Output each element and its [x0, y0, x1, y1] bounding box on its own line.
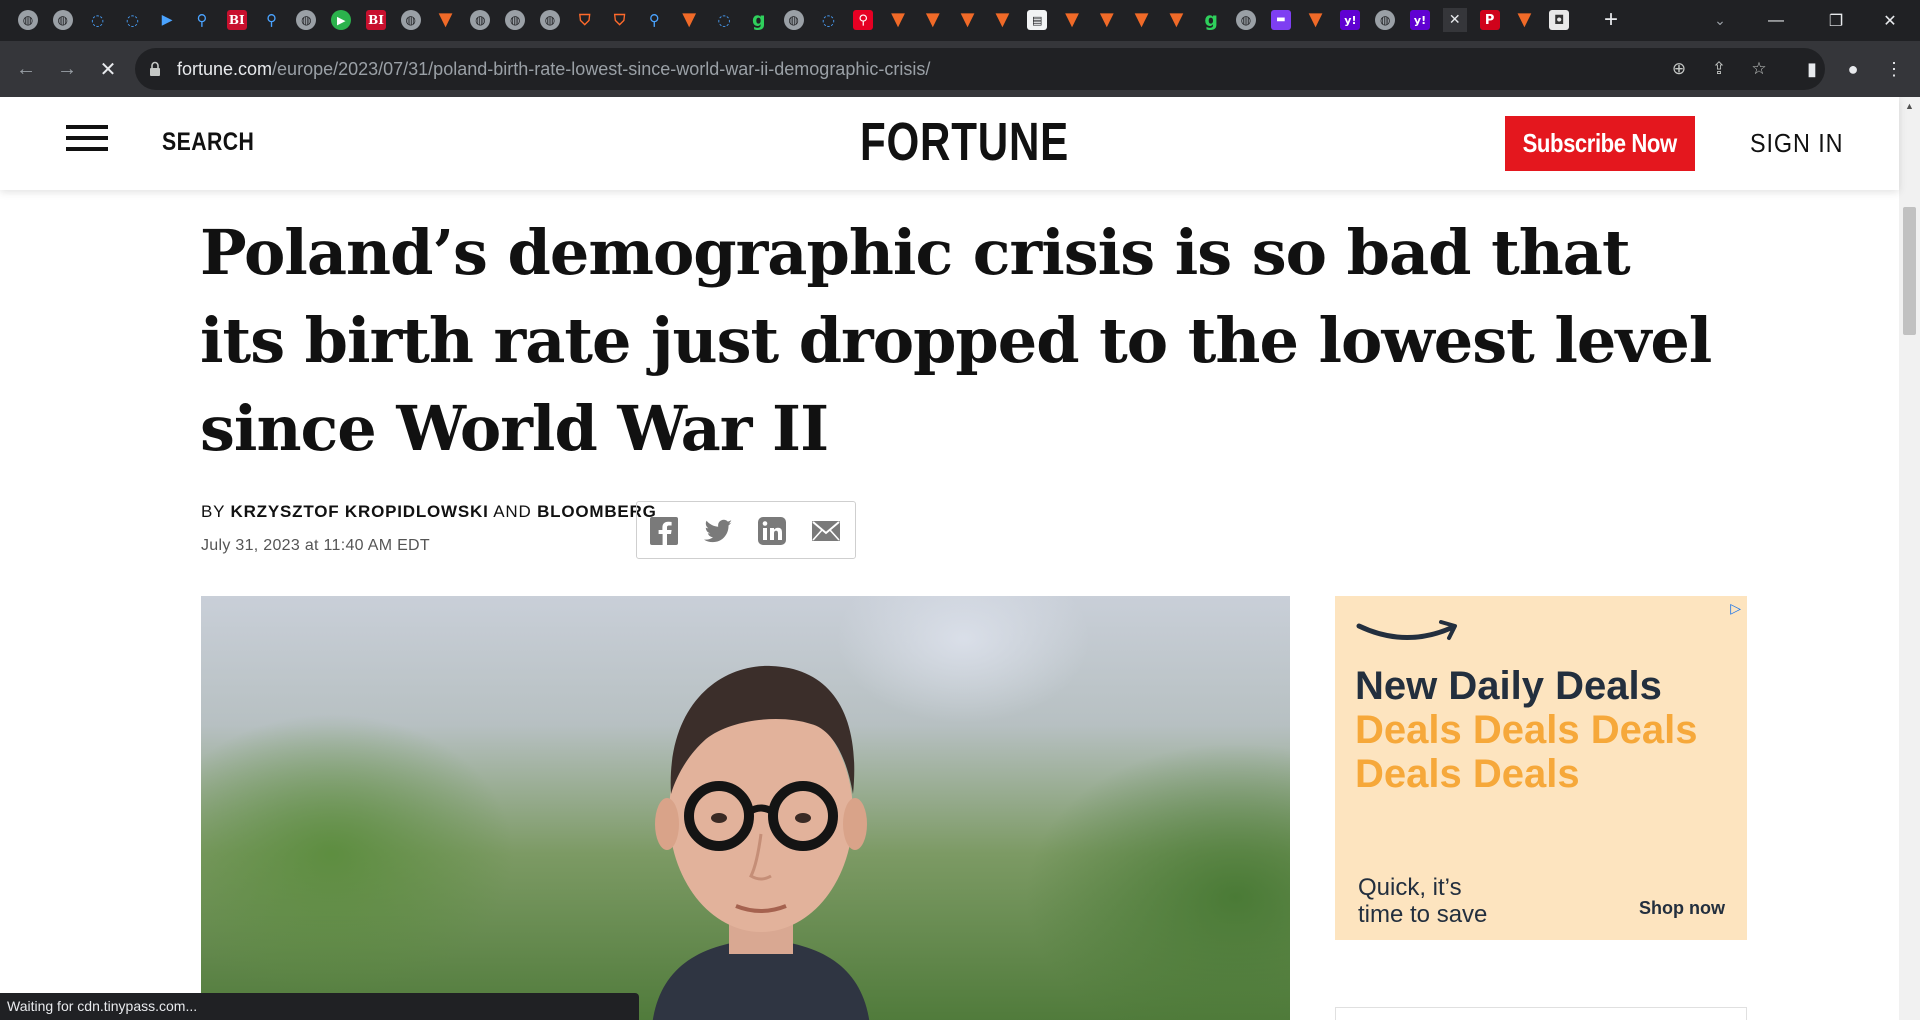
g-icon[interactable]: g [1199, 8, 1223, 32]
bookmark-icon[interactable]: ▼ [990, 8, 1014, 32]
globe-icon[interactable]: ◍ [399, 8, 423, 32]
shield-icon[interactable]: ◌ [120, 8, 144, 32]
ublock-icon[interactable]: ⛉ [573, 8, 597, 32]
back-arrow-icon[interactable]: ← [10, 53, 42, 85]
bookmark-icon[interactable]: ▼ [1060, 8, 1084, 32]
share-bar [636, 501, 856, 559]
mail-icon[interactable]: ▬ [1269, 8, 1293, 32]
bookmark-icon[interactable]: ▼ [434, 8, 458, 32]
subscribe-button[interactable]: Subscribe Now [1505, 116, 1695, 171]
share-icon[interactable]: ⇪ [1707, 57, 1731, 81]
pocket-icon[interactable]: ◘ [1547, 8, 1571, 32]
globe-icon[interactable]: ◍ [1373, 8, 1397, 32]
scrollbar-thumb[interactable] [1903, 207, 1916, 335]
bookmark-icon[interactable]: ▼ [1095, 8, 1119, 32]
email-icon[interactable] [809, 514, 843, 548]
restore-button[interactable]: ❐ [1806, 0, 1866, 41]
adchoices-icon[interactable]: ▷ [1730, 600, 1741, 617]
ad-tagline-line: time to save [1358, 901, 1488, 928]
fortune-logo[interactable]: FORTUNE [860, 115, 1069, 169]
ad-headline-accent: Deals Deals Deals Deals Deals [1355, 708, 1698, 796]
globe-icon[interactable]: ◍ [503, 8, 527, 32]
bookmark-icon[interactable]: ▼ [886, 8, 910, 32]
ad-tagline-line: Quick, it’s [1358, 874, 1462, 901]
g-icon[interactable]: g [747, 8, 771, 32]
portrait-photo [652, 665, 870, 1020]
bookmark-icon[interactable]: ▼ [956, 8, 980, 32]
hero-image [201, 596, 1290, 1020]
site-header: SEARCH FORTUNE Subscribe Now SIGN IN [0, 97, 1899, 190]
search-icon[interactable]: ⚲ [642, 8, 666, 32]
byline: BY KRZYSZTOF KROPIDLOWSKI AND BLOOMBERG [201, 502, 657, 522]
url-text[interactable]: fortune.com/europe/2023/07/31/poland-bir… [177, 59, 930, 80]
shield-icon[interactable]: ◌ [712, 8, 736, 32]
page-viewport: SEARCH FORTUNE Subscribe Now SIGN IN DEM… [0, 97, 1920, 1020]
minimize-button[interactable]: — [1746, 0, 1806, 41]
article-headline: Poland’s demographic crisis is so bad th… [200, 216, 1712, 465]
amazon-ad-banner[interactable]: ▷ New Daily Deals Deals Deals Deals Deal… [1335, 596, 1747, 940]
globe-icon[interactable]: ◍ [538, 8, 562, 32]
p-icon[interactable]: P [1478, 8, 1502, 32]
profile-icon[interactable]: ● [1837, 53, 1869, 85]
and-word: AND [493, 502, 532, 521]
bookmark-icon[interactable]: ▼ [1512, 8, 1536, 32]
search-icon[interactable]: ⚲ [260, 8, 284, 32]
bookmark-icon[interactable]: ▼ [1130, 8, 1154, 32]
browser-tab-strip: ◍ ◍ ◌ ◌ ▶ ⚲ BI ⚲ ◍ ▶ BI ◍ ▼ ◍ ◍ ◍ ⛉ ⛉ ⚲ ▼ ◌ g ◍ ◌ ⚲ ▼ ▼ ▼ ▼ ▤ ▼ ▼ ▼ ▼ g ◍ ▬ ▼… [0, 0, 1920, 41]
play-icon[interactable]: ▶ [329, 8, 353, 32]
globe-icon[interactable]: ◍ [294, 8, 318, 32]
twitter-icon[interactable] [701, 514, 735, 548]
linkedin-icon[interactable] [755, 514, 789, 548]
business-insider-icon[interactable]: BI [225, 8, 249, 32]
ublock-icon[interactable]: ⛉ [608, 8, 632, 32]
search-link[interactable]: SEARCH [162, 128, 254, 157]
close-tab-icon[interactable]: ✕ [1442, 8, 1467, 32]
pinterest-icon[interactable]: ⚲ [851, 8, 875, 32]
zoom-icon[interactable]: ⊕ [1667, 57, 1691, 81]
shield-icon[interactable]: ◌ [86, 8, 110, 32]
shield-icon[interactable]: ◌ [816, 8, 840, 32]
by-prefix: BY [201, 502, 225, 521]
bookmark-icon[interactable]: ▼ [921, 8, 945, 32]
new-tab-button[interactable]: + [1597, 8, 1625, 34]
page-scrollbar[interactable]: ▲ [1899, 97, 1920, 1020]
amazon-smile-icon [1356, 620, 1457, 640]
ad-headline: New Daily Deals Deals Deals Deals Deals … [1355, 664, 1745, 796]
menu-kebab-icon[interactable]: ⋮ [1878, 53, 1910, 85]
search-icon[interactable]: ⚲ [190, 8, 214, 32]
bookmark-icon[interactable]: ▼ [1164, 8, 1188, 32]
side-panel-icon[interactable]: ▮ [1796, 53, 1828, 85]
bookmark-star-icon[interactable]: ☆ [1747, 57, 1771, 81]
newspaper-icon[interactable]: ▤ [1025, 8, 1049, 32]
business-insider-icon[interactable]: BI [364, 8, 388, 32]
bookmark-icon[interactable]: ▼ [677, 8, 701, 32]
ad-headline-plain: New Daily Deals [1355, 664, 1662, 708]
author-link[interactable]: KRZYSZTOF KROPIDLOWSKI [231, 502, 489, 521]
menu-hamburger-icon[interactable] [66, 125, 108, 155]
globe-icon[interactable]: ◍ [782, 8, 806, 32]
tab-search-chevron-icon[interactable]: ⌄ [1706, 8, 1734, 34]
globe-icon[interactable]: ◍ [468, 8, 492, 32]
yahoo-icon[interactable]: y! [1408, 8, 1432, 32]
lock-icon[interactable] [149, 61, 161, 77]
browser-toolbar: ← → ✕ fortune.com/europe/2023/07/31/pola… [0, 41, 1920, 97]
bookmark-icon[interactable]: ▼ [1304, 8, 1328, 32]
address-bar[interactable]: fortune.com/europe/2023/07/31/poland-bir… [135, 48, 1825, 90]
globe-icon[interactable]: ◍ [16, 8, 40, 32]
globe-icon[interactable]: ◍ [1234, 8, 1258, 32]
scroll-up-arrow-icon[interactable]: ▲ [1905, 101, 1914, 111]
globe-icon[interactable]: ◍ [51, 8, 75, 32]
facebook-icon[interactable] [647, 514, 681, 548]
yahoo-icon[interactable]: y! [1338, 8, 1362, 32]
status-bubble: Waiting for cdn.tinypass.com... [0, 993, 639, 1020]
publish-date: July 31, 2023 at 11:40 AM EDT [201, 537, 430, 554]
ad-shop-now-button[interactable]: Shop now [1639, 898, 1725, 919]
forward-arrow-icon[interactable]: → [51, 53, 83, 85]
sign-in-link[interactable]: SIGN IN [1750, 128, 1843, 159]
stop-loading-icon[interactable]: ✕ [92, 53, 124, 85]
ad-tagline: Quick, it’s time to save [1358, 874, 1487, 928]
tablet-icon[interactable]: ▶ [155, 8, 179, 32]
close-window-button[interactable]: ✕ [1860, 0, 1920, 41]
second-ad-slot [1335, 1007, 1747, 1020]
